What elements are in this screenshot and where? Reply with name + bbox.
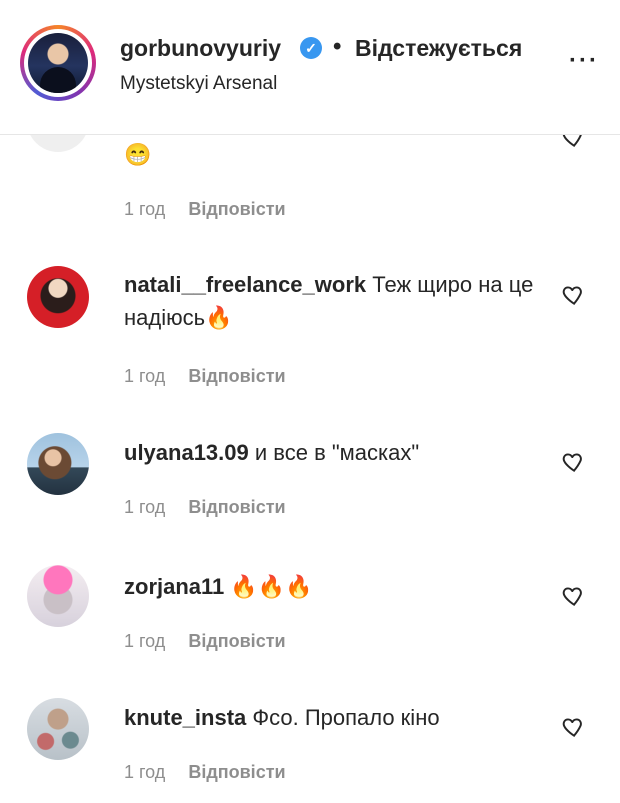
comment-avatar[interactable] <box>27 266 89 328</box>
comment-text: zorjana11 🔥🔥🔥 <box>124 570 544 603</box>
comment-avatar[interactable] <box>27 565 89 627</box>
following-button[interactable]: Відстежується <box>355 35 522 62</box>
comment-text: ulyana13.09 и все в "масках" <box>124 436 544 469</box>
comment-body: и все в "масках" <box>254 440 420 465</box>
comment-body: 🔥🔥🔥 <box>230 574 313 599</box>
comment-item: ulyana13.09 и все в "масках" 1 год Відпо… <box>0 429 620 529</box>
comment-meta: 1 год Відповісти <box>124 762 286 783</box>
profile-story-ring[interactable] <box>20 25 96 101</box>
comment-username[interactable]: ulyana13.09 <box>124 440 249 465</box>
comment-body: 😁 <box>124 142 152 167</box>
comment-avatar[interactable] <box>27 433 89 495</box>
comment-avatar[interactable] <box>27 698 89 760</box>
comment-time: 1 год <box>124 366 166 386</box>
post-header: gorbunovyuriy ✓ • Відстежується Mystetsk… <box>0 0 620 135</box>
like-comment-button[interactable] <box>560 583 586 609</box>
comment-username[interactable]: knute_insta <box>124 705 246 730</box>
heart-outline-icon <box>562 718 582 737</box>
reply-button[interactable]: Відповісти <box>188 497 285 517</box>
heart-outline-icon <box>562 286 582 305</box>
comment-text: 😁 <box>124 138 544 171</box>
more-options-button[interactable]: ··· <box>566 46 602 76</box>
heart-outline-icon <box>562 587 582 606</box>
reply-button[interactable]: Відповісти <box>188 366 285 386</box>
comment-meta: 1 год Відповісти <box>124 497 286 518</box>
comment-username[interactable]: zorjana11 <box>124 574 224 599</box>
reply-button[interactable]: Відповісти <box>188 631 285 651</box>
like-comment-button[interactable] <box>560 714 586 740</box>
heart-outline-icon <box>562 453 582 472</box>
verified-badge-icon: ✓ <box>300 37 322 59</box>
comment-meta: 1 год Відповісти <box>124 366 286 387</box>
like-comment-button[interactable] <box>560 449 586 475</box>
comment-text: natali__freelance_work Теж щиро на це на… <box>124 268 544 334</box>
comment-item: natali__freelance_work Теж щиро на це на… <box>0 262 620 392</box>
reply-button[interactable]: Відповісти <box>188 199 285 219</box>
comment-username[interactable]: natali__freelance_work <box>124 272 366 297</box>
comment-time: 1 год <box>124 631 166 651</box>
profile-avatar[interactable] <box>28 33 88 93</box>
comment-item: zorjana11 🔥🔥🔥 1 год Відповісти <box>0 563 620 663</box>
comment-text: knute_insta Фсо. Пропало кіно <box>124 701 544 734</box>
comment-meta: 1 год Відповісти <box>124 631 286 652</box>
comment-item: knute_insta Фсо. Пропало кіно 1 год Відп… <box>0 698 620 798</box>
comment-time: 1 год <box>124 497 166 517</box>
like-comment-button[interactable] <box>560 282 586 308</box>
separator-dot: • <box>333 33 342 60</box>
comment-meta: 1 год Відповісти <box>124 199 286 220</box>
comment-body: Фсо. Пропало кіно <box>252 705 440 730</box>
profile-username[interactable]: gorbunovyuriy <box>120 35 281 62</box>
comment-time: 1 год <box>124 762 166 782</box>
post-location[interactable]: Mystetskyi Arsenal <box>120 73 277 95</box>
reply-button[interactable]: Відповісти <box>188 762 285 782</box>
comment-time: 1 год <box>124 199 166 219</box>
